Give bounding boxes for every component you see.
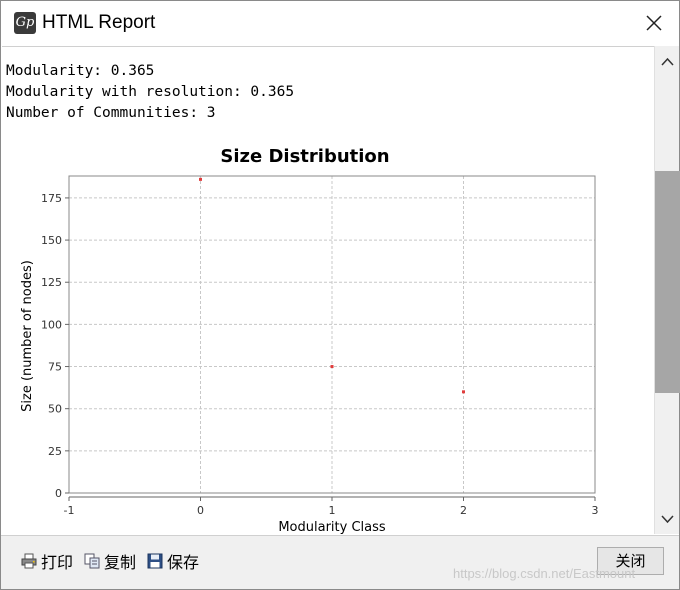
vertical-scrollbar[interactable]: [654, 46, 680, 534]
html-report-window: Gp HTML Report Modularity: 0.365 Modular…: [0, 0, 680, 590]
window-title: HTML Report: [42, 12, 156, 33]
save-button[interactable]: 保存: [147, 550, 199, 572]
copy-label: 复制: [104, 553, 137, 572]
x-tick-label: 0: [197, 504, 204, 517]
data-point: [462, 390, 465, 394]
chart-title: Size Distribution: [220, 146, 389, 167]
y-tick-label: 0: [55, 487, 62, 500]
y-tick-label: 75: [48, 361, 62, 374]
scroll-thumb[interactable]: [655, 171, 680, 393]
printer-icon: [21, 553, 37, 569]
x-tick-label: 2: [460, 504, 467, 517]
save-label: 保存: [167, 553, 200, 572]
close-icon: [646, 15, 662, 31]
x-tick-label: -1: [64, 504, 75, 517]
community-count-stat: Number of Communities: 3: [6, 105, 216, 121]
modularity-resolution-stat: Modularity with resolution: 0.365: [6, 84, 295, 100]
data-point: [330, 365, 334, 369]
stats-block: Modularity: 0.365 Modularity with resolu…: [6, 61, 294, 124]
print-label: 打印: [41, 553, 74, 572]
y-tick-label: 25: [48, 445, 62, 458]
y-tick-label: 125: [41, 276, 62, 289]
report-content: Modularity: 0.365 Modularity with resolu…: [2, 46, 654, 534]
scroll-up-button[interactable]: [655, 48, 680, 74]
y-tick-label: 100: [41, 318, 62, 331]
y-tick-label: 50: [48, 403, 62, 416]
scroll-down-button[interactable]: [655, 506, 680, 532]
app-logo-icon: Gp: [14, 12, 36, 34]
copy-icon: [84, 553, 100, 569]
print-button[interactable]: 打印: [21, 550, 73, 572]
bottom-toolbar: 打印 复制 保存 关闭 https://blog.csdn.net/Eastmo…: [1, 535, 679, 589]
chart-svg: Size Distribution 0255075100125150175-1 0…: [20, 146, 599, 534]
y-tick-label: 175: [41, 192, 62, 205]
x-axis-label: Modularity Class: [278, 520, 386, 534]
copy-button[interactable]: 复制: [84, 550, 136, 572]
data-point: [199, 177, 202, 181]
size-distribution-chart: Size Distribution 0 25 50 75 100 125 150 175 -1 0…: [2, 139, 654, 534]
title-bar: Gp HTML Report: [1, 1, 679, 45]
chevron-up-icon: [661, 57, 674, 66]
x-tick-label: 3: [592, 504, 599, 517]
y-axis-label: Size (number of nodes): [20, 260, 35, 412]
chevron-down-icon: [661, 515, 674, 524]
y-tick-label: 150: [41, 234, 62, 247]
x-tick-label: 1: [329, 504, 336, 517]
window-close-button[interactable]: [639, 9, 669, 37]
modularity-stat: Modularity: 0.365: [6, 63, 155, 79]
watermark-text: https://blog.csdn.net/Eastmount: [453, 566, 636, 581]
floppy-disk-icon: [147, 553, 163, 569]
